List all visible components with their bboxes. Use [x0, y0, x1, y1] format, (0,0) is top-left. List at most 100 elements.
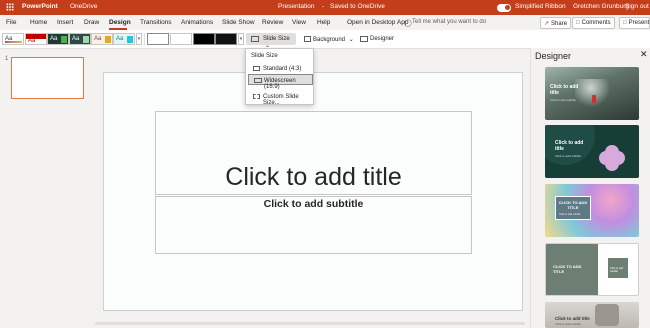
title-placeholder-text[interactable]: Click to add title [155, 163, 472, 192]
tab-insert[interactable]: Insert [57, 19, 73, 26]
tab-review[interactable]: Review [262, 19, 283, 26]
card-subtitle: Click to add subtitle [555, 154, 582, 158]
designer-label: Designer [370, 35, 395, 42]
option-label: Widescreen (16:9) [264, 77, 296, 90]
simplified-ribbon-toggle[interactable] [497, 3, 511, 12]
location-link[interactable]: OneDrive [70, 3, 97, 10]
tab-home[interactable]: Home [30, 19, 47, 26]
picture-icon [548, 114, 553, 118]
slide-thumbnail[interactable] [11, 57, 84, 99]
comment-icon: □ [576, 20, 580, 26]
tab-draw[interactable]: Draw [84, 19, 99, 26]
variant-4[interactable] [215, 33, 237, 45]
document-title[interactable]: Presentation [278, 3, 315, 10]
share-label: Share [551, 21, 568, 27]
design-idea-card[interactable]: Click to add title Click to add subtitle [545, 302, 639, 328]
card-image-mist [575, 79, 615, 109]
title-bar: PowerPoint OneDrive Presentation - Saved… [0, 0, 650, 15]
tab-slide-show[interactable]: Slide Show [222, 19, 255, 26]
design-idea-card[interactable]: Click to add title Click to add subtitle [545, 125, 639, 178]
card-image-object [595, 304, 619, 326]
background-icon [304, 36, 311, 42]
theme-label: Aa [28, 38, 36, 44]
chevron-down-icon: ⌄ [348, 36, 354, 43]
chevron-down-icon: ▾ [239, 36, 243, 42]
background-label: Background [313, 36, 346, 43]
tell-me-search[interactable]: Tell me what you want to do [412, 19, 486, 25]
theme-swatch [61, 36, 67, 43]
variant-1[interactable] [147, 33, 169, 45]
theme-label: Aa [116, 36, 124, 42]
share-button[interactable]: ↗ Share [540, 17, 572, 29]
tab-animations[interactable]: Animations [181, 19, 213, 26]
dropdown-header: Slide Size [251, 53, 278, 59]
designer-icon [360, 36, 368, 42]
card-subtitle: Click to add subtitle [555, 322, 582, 326]
comments-label: Comments [581, 20, 611, 26]
simplified-ribbon-label: Simplified Ribbon [515, 3, 566, 10]
theme-label: Aa [94, 36, 102, 42]
card-title: CLICK TO ADD TITLE [558, 200, 588, 210]
signout-link[interactable]: Sign out [625, 3, 649, 10]
present-button[interactable]: □ Present [619, 17, 650, 29]
theme-gold[interactable]: Aa [91, 33, 113, 45]
app-launcher-icon[interactable] [6, 3, 14, 11]
subtitle-placeholder-text[interactable]: Click to add subtitle [155, 198, 472, 210]
theme-office[interactable]: Aa [2, 33, 24, 45]
slide-size-icon [251, 36, 259, 42]
theme-swatch [83, 36, 89, 43]
tab-design[interactable]: Design [109, 19, 131, 26]
ribbon-separator [144, 33, 145, 45]
slide-size-button[interactable]: Slide Size ⌄ [246, 33, 296, 49]
card-subtitle: Click to add subtitle [559, 213, 581, 216]
theme-teal[interactable]: Aa [69, 33, 91, 45]
card-title: Click to add title [555, 140, 584, 152]
option-label: Standard (4:3) [263, 65, 302, 72]
theme-aqua[interactable]: Aa [113, 33, 135, 45]
design-idea-card[interactable]: CLICK TO ADD TITLE Click to add subtitle [545, 243, 639, 296]
variant-3[interactable] [193, 33, 215, 45]
save-status: Saved to OneDrive [330, 3, 385, 10]
themes-more-button[interactable]: ▾ [136, 33, 142, 45]
design-idea-card[interactable]: Click to add title Click to add subtitle [545, 67, 639, 120]
card-title: Click to add title [550, 84, 579, 96]
lightbulb-icon: ◯ [404, 20, 412, 27]
standard-size-option[interactable]: Standard (4:3) [248, 63, 313, 74]
design-idea-card[interactable]: CLICK TO ADD TITLE Click to add subtitle [545, 184, 639, 237]
comments-button[interactable]: □ Comments [572, 17, 615, 29]
user-name[interactable]: Gretchen Grunburg [573, 3, 629, 10]
tab-transitions[interactable]: Transitions [140, 19, 172, 26]
theme-label: Aa [72, 36, 80, 42]
share-icon: ↗ [544, 21, 550, 27]
flower-icon [603, 149, 621, 167]
slide-size-label: Slide Size [263, 35, 290, 42]
present-label: Present [628, 20, 650, 26]
horizontal-scrollbar[interactable] [95, 322, 525, 325]
designer-pane-title: Designer [535, 51, 572, 61]
present-icon: □ [623, 20, 627, 26]
custom-size-icon [253, 94, 260, 99]
standard-ratio-icon [253, 66, 260, 71]
background-button[interactable]: Background ⌄ [302, 33, 354, 45]
variants-more-button[interactable]: ▾ [238, 33, 244, 45]
theme-swatch [127, 36, 133, 43]
title-separator: - [322, 3, 325, 10]
custom-size-option[interactable]: Custom Slide Size... [248, 91, 313, 106]
tab-view[interactable]: View [292, 19, 306, 26]
variant-2[interactable] [170, 33, 192, 45]
chevron-down-icon: ▾ [137, 36, 141, 42]
widescreen-size-option[interactable]: Widescreen (16:9) [248, 74, 313, 90]
card-subtitle: Click to add subtitle [550, 98, 577, 102]
card-title: CLICK TO ADD TITLE [553, 264, 582, 274]
theme-red[interactable]: Aa [25, 33, 47, 45]
close-icon[interactable]: ✕ [640, 49, 648, 60]
designer-button[interactable]: Designer [358, 33, 398, 45]
tab-help[interactable]: Help [317, 19, 330, 26]
card-subtitle: Click to add subtitle [610, 267, 624, 273]
option-label: Custom Slide Size... [263, 93, 299, 106]
tab-file[interactable]: File [6, 19, 16, 26]
open-desktop-app-button[interactable]: Open in Desktop App [347, 19, 408, 26]
app-name[interactable]: PowerPoint [22, 3, 58, 10]
slide-size-dropdown: Slide Size Standard (4:3) Widescreen (16… [245, 48, 314, 106]
theme-dark-green[interactable]: Aa [47, 33, 69, 45]
